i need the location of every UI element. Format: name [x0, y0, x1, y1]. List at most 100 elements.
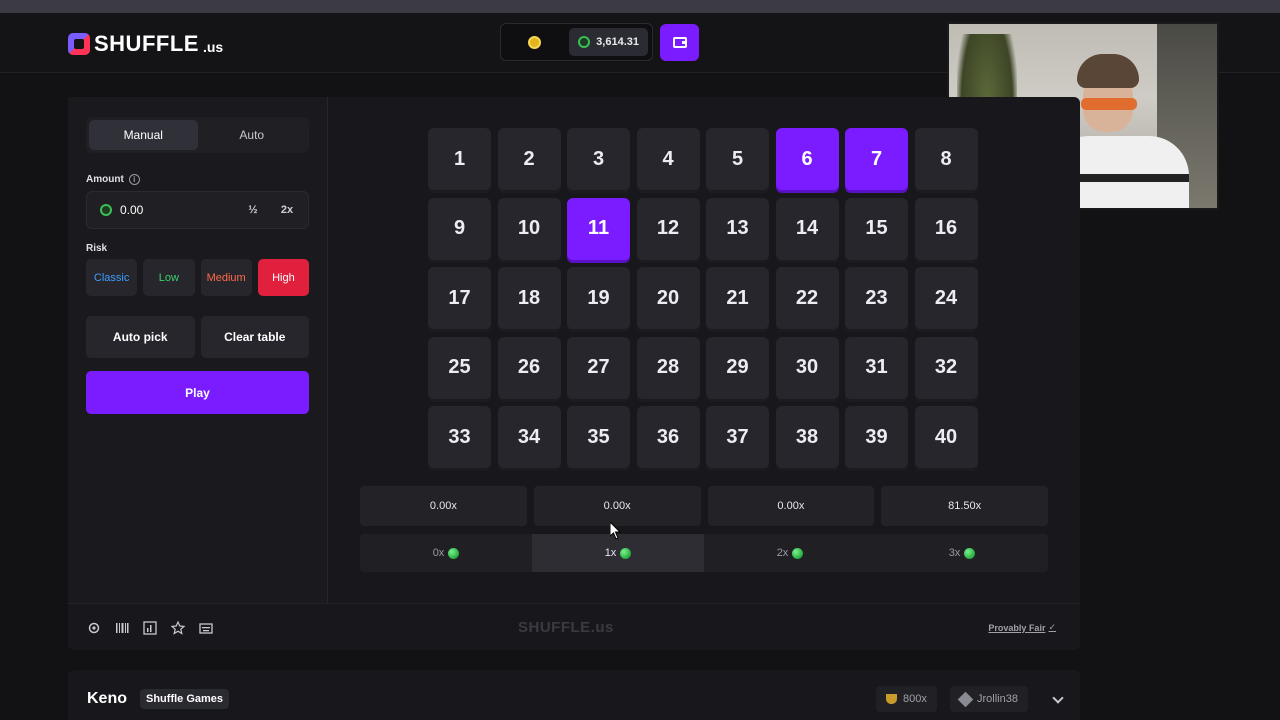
- keyboard-icon[interactable]: [198, 620, 214, 636]
- keno-tile[interactable]: 18: [497, 267, 561, 329]
- keno-tile[interactable]: 39: [845, 406, 908, 468]
- top-user-stat[interactable]: Jrollin38: [950, 686, 1028, 712]
- keno-tile[interactable]: 2: [497, 128, 561, 190]
- keno-tile[interactable]: 6: [775, 128, 839, 190]
- keno-tile[interactable]: 23: [845, 267, 908, 329]
- keno-tile[interactable]: 28: [636, 336, 700, 399]
- amount-value[interactable]: 0.00: [120, 203, 232, 217]
- hit-count-label: 1x: [604, 547, 617, 559]
- half-amount-button[interactable]: ½: [240, 198, 266, 222]
- max-win-value: 800x: [903, 693, 927, 705]
- payout-multiplier: 0.00x: [707, 486, 875, 526]
- tab-auto[interactable]: Auto: [198, 120, 307, 150]
- payout-multipliers: 0.00x 0.00x 0.00x 81.50x: [360, 486, 1048, 526]
- keno-tile[interactable]: 16: [914, 197, 978, 260]
- keno-tile[interactable]: 37: [706, 406, 769, 468]
- keno-tile[interactable]: 24: [914, 267, 978, 329]
- keno-tile[interactable]: 14: [775, 197, 839, 260]
- max-win-stat: 800x: [876, 686, 937, 712]
- keno-tile[interactable]: 1: [428, 128, 491, 190]
- keno-tile[interactable]: 20: [636, 267, 700, 329]
- browser-top-strip: [0, 0, 1280, 13]
- wallet-selector: 3,614.31: [500, 23, 653, 61]
- amount-input[interactable]: 0.00 ½ 2x: [86, 191, 309, 229]
- keno-tile[interactable]: 21: [706, 267, 769, 329]
- keno-tile[interactable]: 8: [914, 128, 978, 190]
- provably-fair-link[interactable]: Provably Fair ✓: [988, 622, 1056, 633]
- mouse-cursor-icon: [610, 522, 622, 540]
- keno-tile[interactable]: 38: [775, 406, 839, 468]
- keno-tile[interactable]: 10: [497, 197, 561, 260]
- pick-actions: Auto pick Clear table: [86, 316, 309, 358]
- keno-tile[interactable]: 30: [775, 336, 839, 399]
- balance-display[interactable]: 3,614.31: [569, 28, 648, 56]
- keno-tile[interactable]: 11: [567, 197, 630, 260]
- risk-selector: Classic Low Medium High: [86, 259, 309, 296]
- wallet-icon: [672, 37, 687, 48]
- keno-tile[interactable]: 32: [914, 336, 978, 399]
- hit-count-label: 0x: [432, 547, 445, 559]
- keno-tile[interactable]: 25: [428, 336, 491, 399]
- keno-tile[interactable]: 22: [775, 267, 839, 329]
- barcode-icon[interactable]: [114, 620, 130, 636]
- keno-tile[interactable]: 9: [428, 197, 491, 260]
- hit-count: 2x: [704, 534, 876, 572]
- check-icon: ✓: [1048, 622, 1056, 632]
- hit-count-label: 2x: [776, 547, 789, 559]
- hit-count: 0x: [360, 534, 532, 572]
- gem-icon: [792, 547, 804, 559]
- keno-tile[interactable]: 29: [706, 336, 769, 399]
- keno-tile[interactable]: 19: [567, 267, 630, 329]
- keno-tile[interactable]: 7: [845, 128, 908, 190]
- keno-tile[interactable]: 33: [428, 406, 491, 468]
- keno-tile[interactable]: 40: [914, 406, 978, 468]
- keno-tile[interactable]: 4: [636, 128, 700, 190]
- provider-badge[interactable]: Shuffle Games: [140, 689, 230, 709]
- gear-icon[interactable]: [86, 620, 102, 636]
- keno-tile[interactable]: 34: [497, 406, 561, 468]
- double-amount-button[interactable]: 2x: [274, 198, 300, 222]
- hit-count-label: 3x: [948, 547, 961, 559]
- currency-toggle[interactable]: [505, 28, 563, 56]
- webcam-glasses: [1081, 98, 1137, 110]
- play-button[interactable]: Play: [86, 371, 309, 414]
- keno-tile[interactable]: 26: [497, 336, 561, 399]
- game-footer: SHUFFLE.us Provably Fair ✓: [68, 603, 1080, 650]
- keno-tile[interactable]: 27: [567, 336, 630, 399]
- keno-tile[interactable]: 12: [636, 197, 700, 260]
- wallet-button[interactable]: [660, 24, 699, 61]
- chart-icon[interactable]: [142, 620, 158, 636]
- keno-tile[interactable]: 15: [845, 197, 908, 260]
- hit-count: 3x: [876, 534, 1048, 572]
- logo-suffix: .us: [202, 39, 224, 55]
- risk-classic-button[interactable]: Classic: [86, 259, 138, 296]
- green-coin-icon: [100, 204, 112, 216]
- logo-text: SHUFFLE: [94, 31, 199, 56]
- webcam-streamer: [1049, 54, 1189, 208]
- bet-sidebar: Manual Auto Amount i 0.00 ½ 2x Risk Clas…: [68, 97, 328, 603]
- balance-value: 3,614.31: [596, 36, 639, 48]
- site-logo[interactable]: SHUFFLE .us: [68, 31, 223, 57]
- keno-tile[interactable]: 17: [428, 267, 491, 329]
- risk-low-button[interactable]: Low: [143, 259, 195, 296]
- chevron-down-icon[interactable]: [1052, 692, 1064, 704]
- risk-label: Risk: [86, 243, 108, 254]
- info-icon[interactable]: i: [128, 174, 140, 185]
- keno-tile[interactable]: 36: [636, 406, 700, 468]
- keno-tile[interactable]: 13: [706, 197, 769, 260]
- keno-tile[interactable]: 35: [567, 406, 630, 468]
- risk-high-button[interactable]: High: [257, 259, 309, 296]
- keno-tile[interactable]: 31: [845, 336, 908, 399]
- gem-icon: [620, 547, 632, 559]
- star-icon[interactable]: [170, 620, 186, 636]
- keno-tile[interactable]: 3: [567, 128, 630, 190]
- gem-icon: [964, 547, 976, 559]
- keno-tile[interactable]: 5: [706, 128, 769, 190]
- tab-manual[interactable]: Manual: [89, 120, 198, 150]
- risk-medium-button[interactable]: Medium: [200, 259, 252, 296]
- auto-pick-button[interactable]: Auto pick: [86, 316, 195, 358]
- payout-multiplier: 0.00x: [360, 486, 527, 526]
- clear-table-button[interactable]: Clear table: [200, 316, 309, 358]
- keno-game-panel: Manual Auto Amount i 0.00 ½ 2x Risk Clas…: [68, 97, 1080, 650]
- amount-label: Amount: [86, 174, 124, 185]
